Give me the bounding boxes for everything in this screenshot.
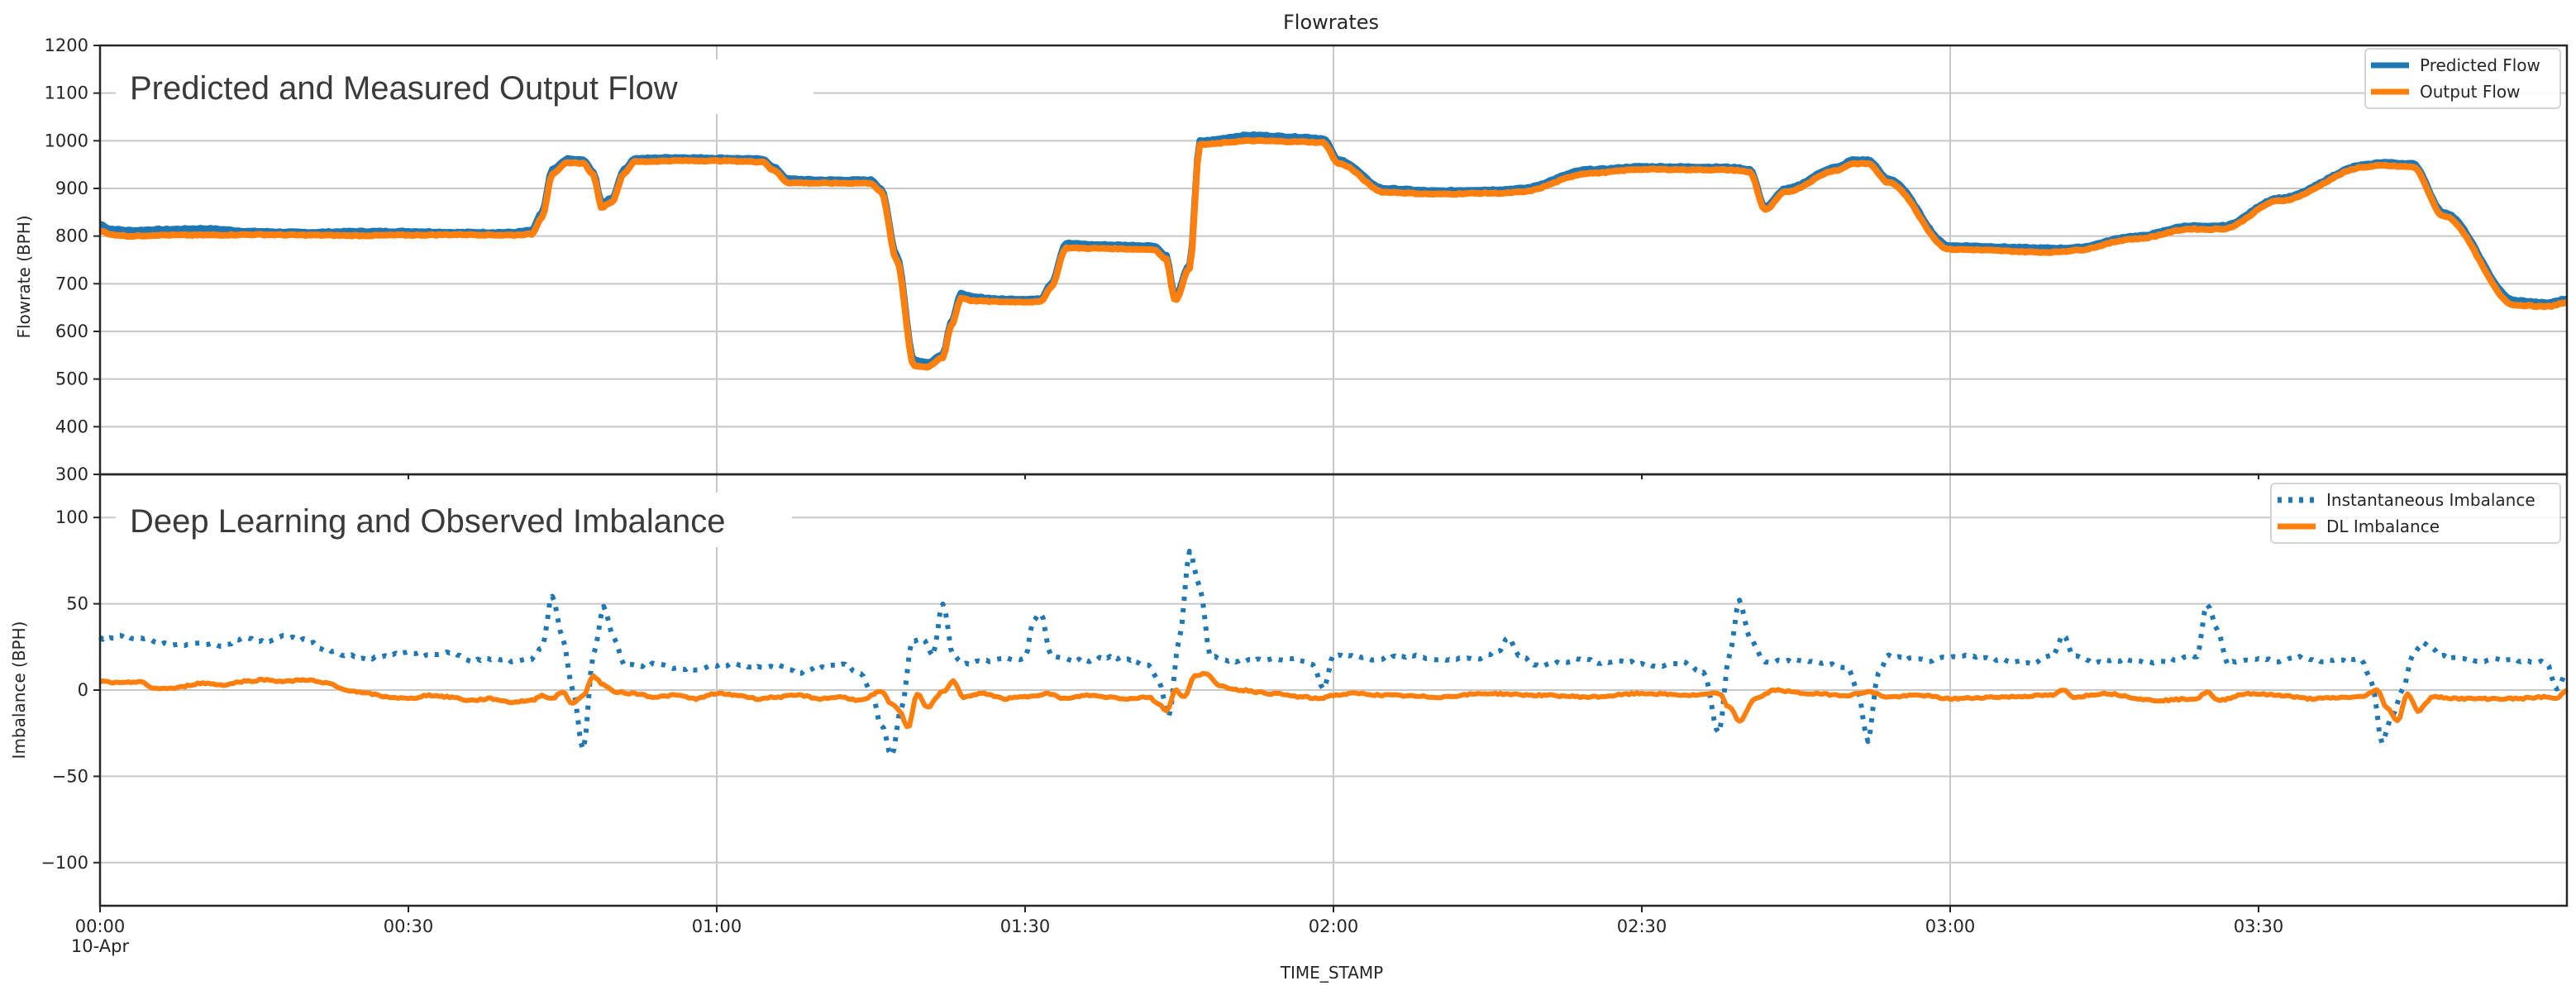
flow-y-tick-label: 300 — [55, 464, 88, 484]
figure-title: Flowrates — [1283, 11, 1379, 34]
flow-y-axis-label: Flowrate (BPH) — [14, 215, 34, 338]
imbalance-legend: Instantaneous Imbalance DL Imbalance — [2270, 483, 2561, 544]
flow-y-tick-label: 1000 — [45, 131, 88, 150]
legend-output-flow-label: Output Flow — [2420, 82, 2520, 102]
x-tick-label: 10-Apr — [71, 936, 130, 956]
time-x-ticks: 00:0010-Apr 00:30 01:00 01:30 02:00 02:30 03:0… — [71, 906, 2283, 956]
flow-y-tick-label: 600 — [55, 321, 88, 341]
flow-y-tick-label: 1200 — [45, 36, 88, 55]
x-tick-label: 03:30 — [2234, 916, 2284, 936]
flow-y-tick-label: 800 — [55, 226, 88, 246]
flow-inset-title: Predicted and Measured Output Flow — [130, 70, 678, 107]
imbalance-y-axis-label: Imbalance (BPH) — [9, 621, 29, 759]
legend-predicted-flow-label: Predicted Flow — [2420, 55, 2540, 75]
flow-y-tick-label: 1100 — [45, 83, 88, 103]
flow-y-tick-label: 500 — [55, 369, 88, 389]
legend-instantaneous-imbalance-label: Instantaneous Imbalance — [2326, 490, 2535, 510]
imbalance-y-tick-label: 0 — [78, 680, 88, 700]
flow-y-tick-label: 400 — [55, 417, 88, 436]
x-tick-label: 01:30 — [1000, 916, 1051, 936]
x-tick-label: 00:00 — [75, 916, 126, 936]
flow-inset-title-box: Predicted and Measured Output Flow — [116, 60, 813, 114]
x-tick-label: 02:00 — [1309, 916, 1359, 936]
imbalance-y-tick-label: −100 — [41, 853, 88, 873]
flow-legend: Predicted Flow Output Flow — [2364, 48, 2561, 109]
imbalance-inset-title-box: Deep Learning and Observed Imbalance — [116, 493, 792, 547]
imbalance-inset-title: Deep Learning and Observed Imbalance — [130, 503, 725, 540]
imbalance-y-ticks: −100 −50 0 50 100 — [41, 507, 100, 873]
flowrates-figure: Predicted and Measured Output Flow 300 40… — [9, 11, 2569, 983]
imbalance-y-tick-label: 50 — [66, 594, 88, 614]
x-tick-label: 02:30 — [1617, 916, 1667, 936]
x-tick-label: 03:00 — [1925, 916, 1976, 936]
flow-panel: Predicted and Measured Output Flow 300 40… — [14, 11, 2569, 484]
flow-y-tick-label: 900 — [55, 179, 88, 198]
x-axis-label: TIME_STAMP — [1280, 963, 1383, 983]
flow-y-tick-label: 700 — [55, 274, 88, 293]
x-tick-label: 00:30 — [384, 916, 434, 936]
x-tick-label: 01:00 — [692, 916, 742, 936]
legend-dl-imbalance-label: DL Imbalance — [2326, 517, 2440, 536]
imbalance-y-tick-label: 100 — [55, 507, 88, 527]
imbalance-y-tick-label: −50 — [52, 766, 88, 786]
